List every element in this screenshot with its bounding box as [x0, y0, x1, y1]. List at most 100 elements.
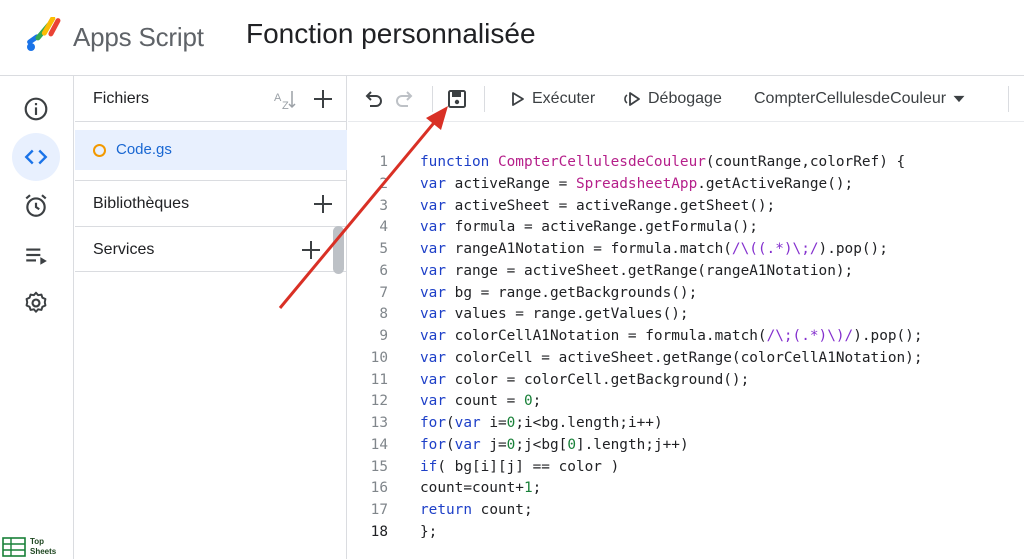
line-number: 8 [379, 306, 388, 323]
line-number: 6 [379, 262, 388, 279]
code-text[interactable]: if( bg[i][j] == color ) [420, 457, 619, 479]
run-button[interactable]: Exécuter [508, 84, 595, 114]
code-token: ; [532, 480, 542, 497]
code-text[interactable]: count=count+1; [420, 478, 541, 500]
code-text[interactable]: }; [420, 522, 437, 544]
line-number: 2 [379, 175, 388, 192]
code-token: ( [446, 415, 455, 431]
code-token: 0 [523, 393, 533, 410]
code-token: range = activeSheet.getRange(rangeA1Nota… [454, 262, 854, 279]
code-token: var [420, 284, 455, 301]
code-text[interactable]: var formula = activeRange.getFormula(); [420, 217, 758, 239]
code-token: var [420, 393, 455, 410]
apps-script-logo[interactable] [24, 17, 66, 53]
code-text[interactable]: for(var i=0;i<bg.length;i++) [420, 413, 663, 435]
toolbar-divider [1008, 86, 1009, 112]
code-token: ).pop(); [853, 328, 923, 344]
code-token: var [420, 371, 455, 388]
svg-text:A: A [274, 92, 282, 104]
code-text[interactable]: function CompterCellulesdeCouleur(countR… [420, 152, 905, 174]
code-token: var [454, 436, 490, 453]
add-service-icon[interactable] [300, 239, 322, 261]
code-token: ).pop(); [818, 241, 888, 257]
line-number: 16 [370, 480, 388, 497]
line-number: 15 [370, 458, 388, 475]
line-number: 14 [370, 436, 388, 453]
code-token: var [420, 328, 455, 344]
code-token: i= [489, 415, 507, 431]
app-name[interactable]: Apps Script [73, 22, 204, 53]
code-text[interactable]: var range = activeSheet.getRange(rangeA1… [420, 261, 853, 283]
undo-icon[interactable] [362, 88, 384, 110]
libraries-label: Bibliothèques [93, 195, 190, 212]
code-token: count=count+ [420, 480, 524, 497]
sort-az-icon[interactable]: A Z [271, 88, 297, 110]
debug-label: Débogage [648, 90, 722, 107]
redo-icon[interactable] [394, 88, 416, 110]
code-token: }; [420, 523, 438, 540]
add-file-icon[interactable] [312, 88, 334, 110]
code-token: for [420, 415, 446, 431]
line-number: 10 [370, 349, 388, 366]
code-token: activeRange = [454, 175, 576, 192]
line-number: 3 [379, 197, 388, 214]
unsaved-dot-icon [93, 144, 106, 157]
code-token: ;i<bg.length;i++) [515, 415, 663, 431]
line-number: 17 [370, 502, 388, 518]
save-icon[interactable] [446, 88, 468, 110]
code-token: return [420, 502, 481, 518]
toolbar-divider [484, 86, 485, 112]
code-text[interactable]: var bg = range.getBackgrounds(); [420, 283, 697, 305]
svg-text:Z: Z [282, 100, 289, 110]
files-panel: Fichiers A Z Code.gs Bibliothèques Servi… [75, 76, 347, 559]
code-token: var [420, 241, 455, 257]
code-token: 0 [567, 436, 576, 453]
file-item-code-gs[interactable]: Code.gs [75, 130, 347, 170]
code-token: if [420, 458, 438, 475]
gear-icon [25, 291, 47, 313]
code-text[interactable]: var activeSheet = activeRange.getSheet()… [420, 196, 775, 218]
code-token: var [454, 415, 490, 431]
top-sheets-logo-icon [2, 537, 26, 557]
code-editor[interactable]: 1 function CompterCellulesdeCouleur(count… [348, 122, 1024, 559]
editor-button[interactable] [12, 133, 60, 181]
executions-button[interactable] [12, 231, 60, 279]
code-text[interactable]: for(var j=0;j<bg[0].length;j++) [420, 435, 689, 457]
toolbar-divider [432, 86, 433, 112]
code-token: bg = range.getBackgrounds(); [454, 284, 698, 301]
code-text[interactable]: var colorCellA1Notation = formula.match(… [420, 326, 923, 348]
code-text[interactable]: var colorCell = activeSheet.getRange(col… [420, 348, 923, 370]
function-select[interactable]: CompterCellulesdeCouleur [754, 84, 966, 114]
brand-label: Top Sheets [30, 537, 57, 556]
code-token: ( bg[i][j] == color ) [437, 458, 620, 475]
debug-button[interactable]: Débogage [624, 84, 722, 114]
code-token: (countRange,colorRef) { [705, 154, 906, 170]
executions-icon [26, 248, 47, 265]
alarm-icon [25, 194, 47, 217]
line-number: 11 [370, 371, 388, 388]
services-label: Services [93, 241, 155, 258]
code-token: var [420, 219, 455, 236]
line-number: 5 [379, 241, 388, 257]
panel-scrollbar[interactable] [333, 226, 344, 274]
settings-button[interactable] [12, 279, 60, 327]
code-text[interactable]: var values = range.getValues(); [420, 304, 689, 326]
code-token: count; [480, 502, 533, 518]
line-number: 4 [379, 219, 388, 236]
triggers-button[interactable] [12, 182, 60, 230]
files-header: Fichiers A Z [75, 76, 347, 122]
code-text[interactable]: var color = colorCell.getBackground(); [420, 370, 749, 392]
code-token: colorCell = activeSheet.getRange(colorCe… [454, 349, 923, 366]
add-library-icon[interactable] [312, 193, 334, 215]
code-token: ;j<bg[ [515, 436, 568, 453]
project-title[interactable]: Fonction personnalisée [246, 18, 536, 50]
line-number: 1 [379, 154, 388, 170]
run-label: Exécuter [532, 90, 596, 107]
code-text[interactable]: var rangeA1Notation = formula.match(/\((… [420, 239, 888, 261]
code-text[interactable]: var activeRange = SpreadsheetApp.getActi… [420, 174, 853, 196]
line-number: 18 [370, 523, 388, 540]
code-token: color = colorCell.getBackground(); [454, 371, 750, 388]
overview-button[interactable] [12, 85, 60, 133]
code-text[interactable]: return count; [420, 500, 533, 522]
code-text[interactable]: var count = 0; [420, 391, 541, 413]
